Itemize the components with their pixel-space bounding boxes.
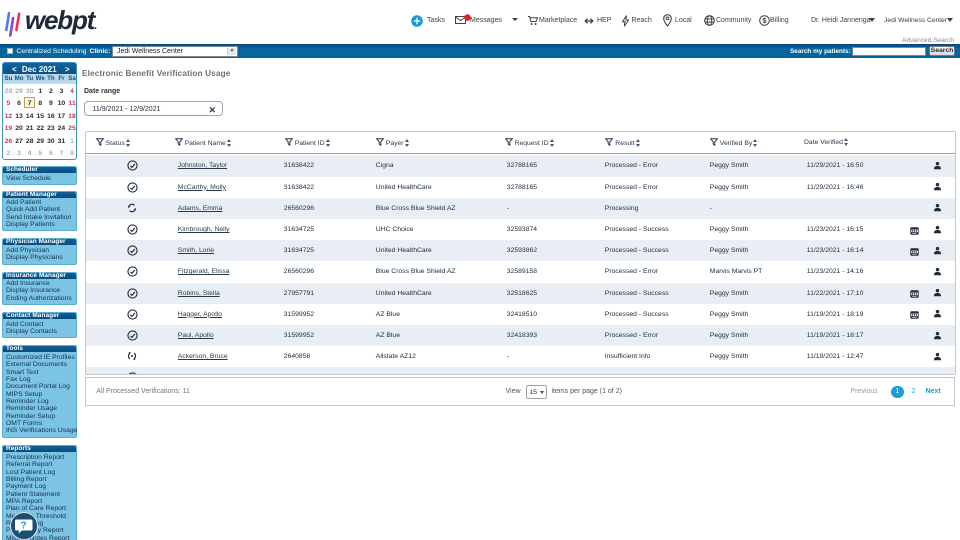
svg-text:?: ? — [20, 520, 26, 531]
svg-text:$: $ — [762, 16, 767, 25]
